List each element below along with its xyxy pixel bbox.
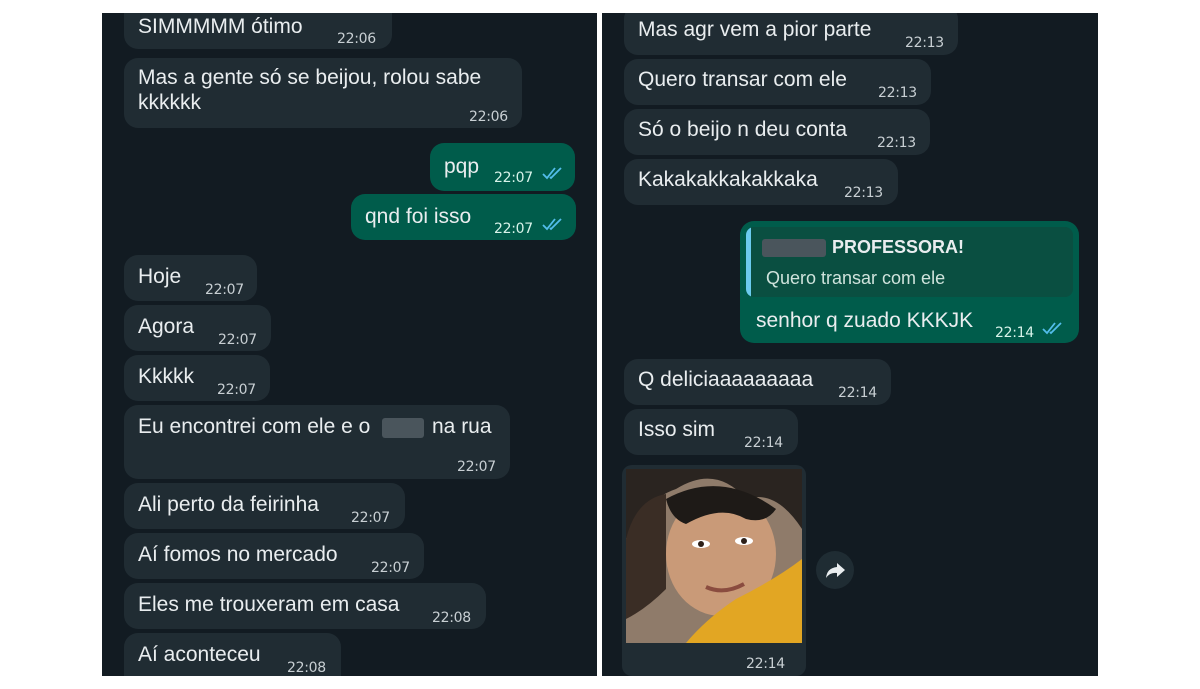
forward-arrow-icon xyxy=(826,563,845,578)
message-text: senhor q zuado KKKJK xyxy=(756,309,974,332)
message-time: 22:08 xyxy=(287,660,326,676)
message-text: Aí fomos no mercado xyxy=(138,543,338,566)
message-text: Eles me trouxeram em casa xyxy=(138,593,400,616)
message-outgoing[interactable]: qnd foi isso 22:07 xyxy=(351,194,576,240)
message-incoming[interactable]: Eu encontrei com ele e o na rua 22:07 xyxy=(124,405,510,479)
message-incoming[interactable]: Quero transar com ele 22:13 xyxy=(624,59,931,105)
message-time: 22:13 xyxy=(905,35,944,51)
message-text: Eu encontrei com ele e o xyxy=(138,415,371,438)
message-time: 22:06 xyxy=(337,31,376,47)
double-check-icon xyxy=(542,218,562,231)
message-incoming[interactable]: Aí aconteceu 22:08 xyxy=(124,633,341,676)
message-incoming[interactable]: Hoje 22:07 xyxy=(124,255,257,301)
redacted-name xyxy=(382,418,424,438)
message-text: kkkkkk xyxy=(138,91,201,114)
photo-thumbnail[interactable] xyxy=(626,469,802,643)
message-outgoing[interactable]: pqp 22:07 xyxy=(430,143,575,191)
message-incoming[interactable]: Kakakakkakakkaka 22:13 xyxy=(624,159,898,205)
message-text: Agora xyxy=(138,315,195,338)
message-text: Aí aconteceu xyxy=(138,643,261,666)
message-time: 22:07 xyxy=(351,510,390,526)
message-time: 22:14 xyxy=(838,385,877,401)
quoted-message[interactable]: PROFESSORA! Quero transar com ele xyxy=(746,227,1073,297)
message-time: 22:07 xyxy=(494,221,533,237)
message-time: 22:14 xyxy=(744,435,783,451)
message-time: 22:13 xyxy=(878,85,917,101)
message-time: 22:06 xyxy=(469,109,508,125)
message-incoming[interactable]: Q deliciaaaaaaaaa 22:14 xyxy=(624,359,891,405)
chat-panel-left: SIMMMMM ótimo 22:06 Mas a gente só se be… xyxy=(102,13,597,676)
message-text: pqp xyxy=(444,155,480,178)
message-incoming[interactable]: Só o beijo n deu conta 22:13 xyxy=(624,109,930,155)
message-incoming[interactable]: Eles me trouxeram em casa 22:08 xyxy=(124,583,486,629)
message-time: 22:08 xyxy=(432,610,471,626)
quote-author: PROFESSORA! xyxy=(832,237,965,257)
message-text: SIMMMMM ótimo xyxy=(138,15,303,38)
message-time: 22:07 xyxy=(205,282,244,298)
message-incoming[interactable]: Mas a gente só se beijou, rolou sabe kkk… xyxy=(124,58,522,128)
message-text: Hoje xyxy=(138,265,182,288)
message-outgoing-reply[interactable]: PROFESSORA! Quero transar com ele senhor… xyxy=(740,221,1079,343)
message-incoming[interactable]: SIMMMMM ótimo 22:06 xyxy=(124,13,392,49)
message-time: 22:07 xyxy=(217,382,256,398)
message-text: Quero transar com ele xyxy=(638,68,847,91)
message-time: 22:07 xyxy=(371,560,410,576)
message-time: 22:07 xyxy=(494,170,533,186)
message-incoming[interactable]: Ali perto da feirinha 22:07 xyxy=(124,483,405,529)
message-text: Mas agr vem a pior parte xyxy=(638,18,872,41)
message-text: Q deliciaaaaaaaaa xyxy=(638,368,814,391)
message-time: 22:14 xyxy=(995,325,1034,341)
message-incoming[interactable]: Agora 22:07 xyxy=(124,305,271,351)
message-time: 22:13 xyxy=(877,135,916,151)
photo-image xyxy=(626,469,802,643)
redacted-name xyxy=(762,239,826,257)
quote-bar xyxy=(746,227,751,297)
message-text: na rua xyxy=(432,415,492,438)
message-incoming[interactable]: Kkkkk 22:07 xyxy=(124,355,270,401)
quote-text: Quero transar com ele xyxy=(766,268,946,288)
double-check-icon xyxy=(542,167,562,180)
message-text: Kakakakkakakkaka xyxy=(638,168,818,191)
message-text: Isso sim xyxy=(638,418,716,441)
message-time: 22:13 xyxy=(844,185,883,201)
message-text: Mas a gente só se beijou, rolou sabe xyxy=(138,66,482,89)
message-incoming[interactable]: Aí fomos no mercado 22:07 xyxy=(124,533,424,579)
message-text: Só o beijo n deu conta xyxy=(638,118,847,141)
message-time: 22:14 xyxy=(746,656,785,672)
forward-button[interactable] xyxy=(816,551,854,589)
message-text: Ali perto da feirinha xyxy=(138,493,319,516)
message-text: Kkkkk xyxy=(138,365,195,388)
message-time: 22:07 xyxy=(457,459,496,475)
message-text: qnd foi isso xyxy=(365,205,472,228)
double-check-icon xyxy=(1042,322,1062,335)
image-message[interactable]: 22:14 xyxy=(622,465,806,676)
chat-panel-right: Mas agr vem a pior parte 22:13 Quero tra… xyxy=(602,13,1098,676)
message-incoming[interactable]: Isso sim 22:14 xyxy=(624,409,798,455)
message-incoming[interactable]: Mas agr vem a pior parte 22:13 xyxy=(624,13,958,55)
message-time: 22:07 xyxy=(218,332,257,348)
